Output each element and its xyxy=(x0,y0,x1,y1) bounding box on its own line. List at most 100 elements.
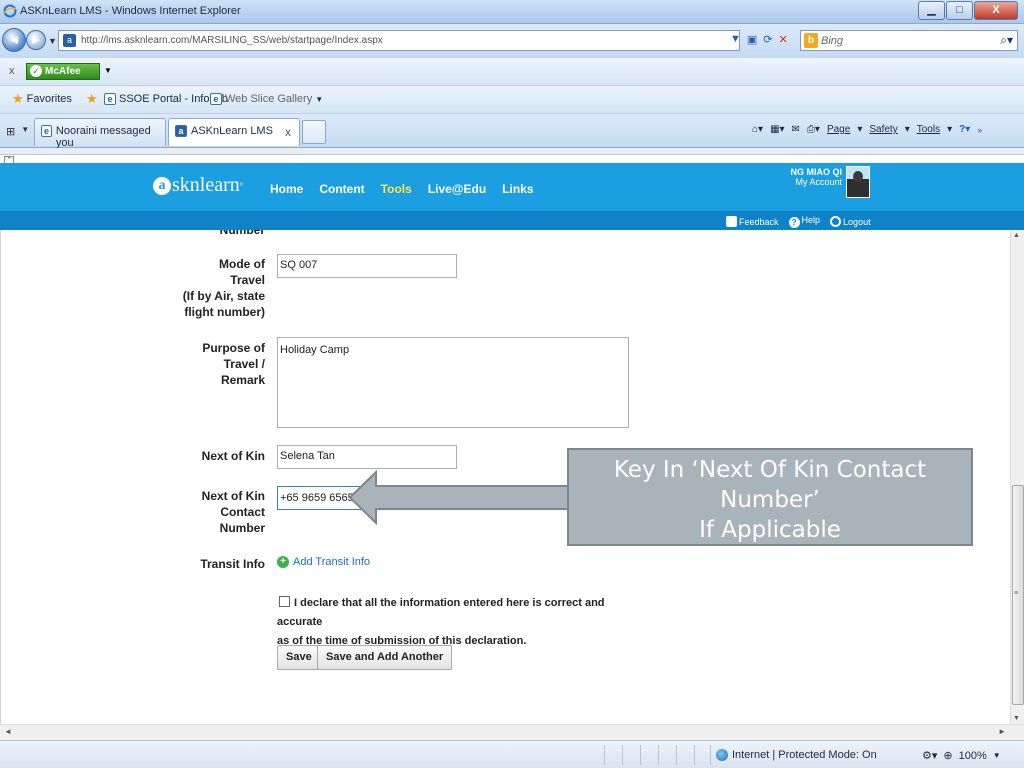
callout-arrow xyxy=(348,470,569,525)
next-of-kin-input[interactable]: Selena Tan xyxy=(277,445,457,469)
chevron-down-icon: ▾ xyxy=(947,124,953,135)
mcafee-dropdown-icon[interactable]: ▼ xyxy=(104,66,112,75)
site-favicon-icon: a xyxy=(175,125,187,137)
tab-label: ASKnLearn LMS xyxy=(191,125,273,137)
transit-info-label: Transit Info xyxy=(200,557,265,571)
page-menu[interactable]: Page xyxy=(827,124,850,135)
security-zone[interactable]: Internet | Protected Mode: On xyxy=(716,749,877,761)
zoom-control[interactable]: ⚙▾ ⊕ 100% ▼ xyxy=(922,749,1001,763)
label-line: Mode of xyxy=(219,257,265,271)
my-account-link[interactable]: My Account xyxy=(760,177,842,187)
history-dropdown-icon[interactable]: ▼ xyxy=(48,36,57,46)
stop-icon[interactable]: ✕ xyxy=(779,33,788,46)
compatibility-view-icon[interactable]: ▣ xyxy=(747,33,757,46)
maximize-button[interactable]: □ xyxy=(946,1,973,20)
tab-bar: ⊞ ▼ e Nooraini messaged you a ASKnLearn … xyxy=(0,114,1024,149)
status-bar: Internet | Protected Mode: On ⚙▾ ⊕ 100% … xyxy=(0,740,1024,768)
home-icon[interactable]: ⌂▾ xyxy=(752,124,763,135)
forward-button[interactable]: ► xyxy=(26,30,46,50)
search-icon[interactable]: ⌕▾ xyxy=(1000,33,1013,48)
asknlearn-logo[interactable]: a sknlearn ° xyxy=(153,174,243,197)
mcafee-button[interactable]: ✓ McAfee xyxy=(26,63,100,80)
safety-menu[interactable]: Safety xyxy=(869,124,897,135)
scroll-right-icon[interactable]: ► xyxy=(998,727,1006,736)
callout-line: If Applicable xyxy=(699,517,841,543)
status-divider xyxy=(604,745,605,765)
add-icon: + xyxy=(277,556,289,568)
print-icon[interactable]: ⎙▾ xyxy=(807,124,820,135)
ie-page-icon: e xyxy=(104,93,116,105)
nav-tools[interactable]: Tools xyxy=(381,182,412,196)
browser-separator xyxy=(0,148,1024,155)
status-divider xyxy=(676,745,677,765)
mode-of-travel-label: Mode of Travel (If by Air, state flight … xyxy=(151,256,265,320)
ie-logo-icon xyxy=(3,4,17,18)
close-window-button[interactable]: X xyxy=(974,1,1018,20)
chevron-down-icon: ▾ xyxy=(904,124,910,135)
quick-tabs-icon[interactable]: ⊞ xyxy=(6,125,15,138)
refresh-icon[interactable]: ⟳ xyxy=(763,33,772,46)
globe-icon xyxy=(716,749,728,761)
help-link[interactable]: ? Help xyxy=(788,215,821,228)
next-of-kin-contact-label: Next of Kin Contact Number xyxy=(151,488,265,536)
help-menu-icon[interactable]: ?▾ xyxy=(959,124,970,135)
feedback-link[interactable]: Feedback xyxy=(726,216,779,227)
bing-icon: b xyxy=(804,33,818,48)
vertical-scrollbar[interactable]: ▲ ≡ ▼ xyxy=(1010,230,1024,724)
label-line: Number xyxy=(219,521,265,535)
status-divider xyxy=(640,745,641,765)
minimize-button[interactable]: ▁ xyxy=(918,1,945,20)
url-field[interactable]: a http://lms.asknlearn.com/MARSILING_SS/… xyxy=(58,30,740,51)
scroll-down-icon[interactable]: ▼ xyxy=(1013,715,1020,722)
scroll-left-icon[interactable]: ◄ xyxy=(4,727,12,736)
purpose-label: Purpose of Travel / Remark xyxy=(151,340,265,388)
favorites-button[interactable]: ★ Favorites xyxy=(12,92,72,105)
declaration-checkbox[interactable] xyxy=(279,596,290,607)
search-placeholder: Bing xyxy=(821,35,844,47)
url-text[interactable]: http://lms.asknlearn.com/MARSILING_SS/we… xyxy=(81,35,383,46)
close-toolbar-icon[interactable]: x xyxy=(9,65,15,77)
feedback-icon xyxy=(726,216,737,227)
mail-icon[interactable]: ✉ xyxy=(792,124,800,135)
declaration-line: I declare that all the information enter… xyxy=(277,597,605,628)
close-tab-icon[interactable]: x xyxy=(285,125,291,139)
new-tab-button[interactable] xyxy=(302,120,326,144)
help-label: Help xyxy=(801,215,821,225)
site-favicon-icon: a xyxy=(63,34,76,47)
power-icon xyxy=(830,216,842,227)
avatar[interactable] xyxy=(846,166,870,198)
search-input[interactable]: b Bing ⌕▾ xyxy=(800,30,1018,51)
purpose-textarea[interactable]: Holiday Camp xyxy=(277,337,629,428)
nav-home[interactable]: Home xyxy=(270,182,303,196)
page-settings-icon[interactable]: ⚙▾ xyxy=(922,749,937,762)
scroll-up-icon[interactable]: ▲ xyxy=(1013,232,1020,239)
feeds-icon[interactable]: ▦▾ xyxy=(770,124,784,135)
add-to-favorites-button[interactable]: ★ xyxy=(86,92,98,105)
tab-nooraini[interactable]: e Nooraini messaged you xyxy=(34,118,166,149)
nav-links[interactable]: Links xyxy=(502,182,533,196)
nav-content[interactable]: Content xyxy=(319,182,364,196)
favorite-link-web-slice[interactable]: e Web Slice Gallery ▼ xyxy=(210,93,323,105)
save-button[interactable]: Save xyxy=(277,645,321,670)
next-of-kin-label: Next of Kin xyxy=(201,449,265,463)
more-commands-icon[interactable]: » xyxy=(977,125,982,135)
label-line: Travel / xyxy=(223,357,265,371)
callout-line: Key In ‘Next Of Kin Contact xyxy=(613,457,927,483)
tools-menu[interactable]: Tools xyxy=(917,124,940,135)
horizontal-scrollbar[interactable]: ◄ ► xyxy=(0,724,1024,740)
tab-asknlearn[interactable]: a ASKnLearn LMS x xyxy=(168,118,300,146)
mode-of-travel-input[interactable]: SQ 007 xyxy=(277,254,457,278)
nav-live-edu[interactable]: Live@Edu xyxy=(428,182,486,196)
url-dropdown-icon[interactable]: ▼ xyxy=(730,33,741,46)
logo-letter: a xyxy=(153,176,171,195)
add-transit-info-link[interactable]: + Add Transit Info xyxy=(277,556,370,568)
label-line: flight number) xyxy=(184,305,265,319)
logout-link[interactable]: Logout xyxy=(830,216,871,227)
save-and-add-another-button[interactable]: Save and Add Another xyxy=(317,645,453,670)
label-line: Remark xyxy=(220,373,265,387)
tab-list-icon[interactable]: ▼ xyxy=(21,125,29,138)
window-titlebar: ASKnLearn LMS - Windows Internet Explore… xyxy=(0,0,1024,24)
callout-line: Number’ xyxy=(720,487,820,513)
back-button[interactable]: ◄ xyxy=(2,28,26,52)
feedback-label: Feedback xyxy=(739,217,779,227)
